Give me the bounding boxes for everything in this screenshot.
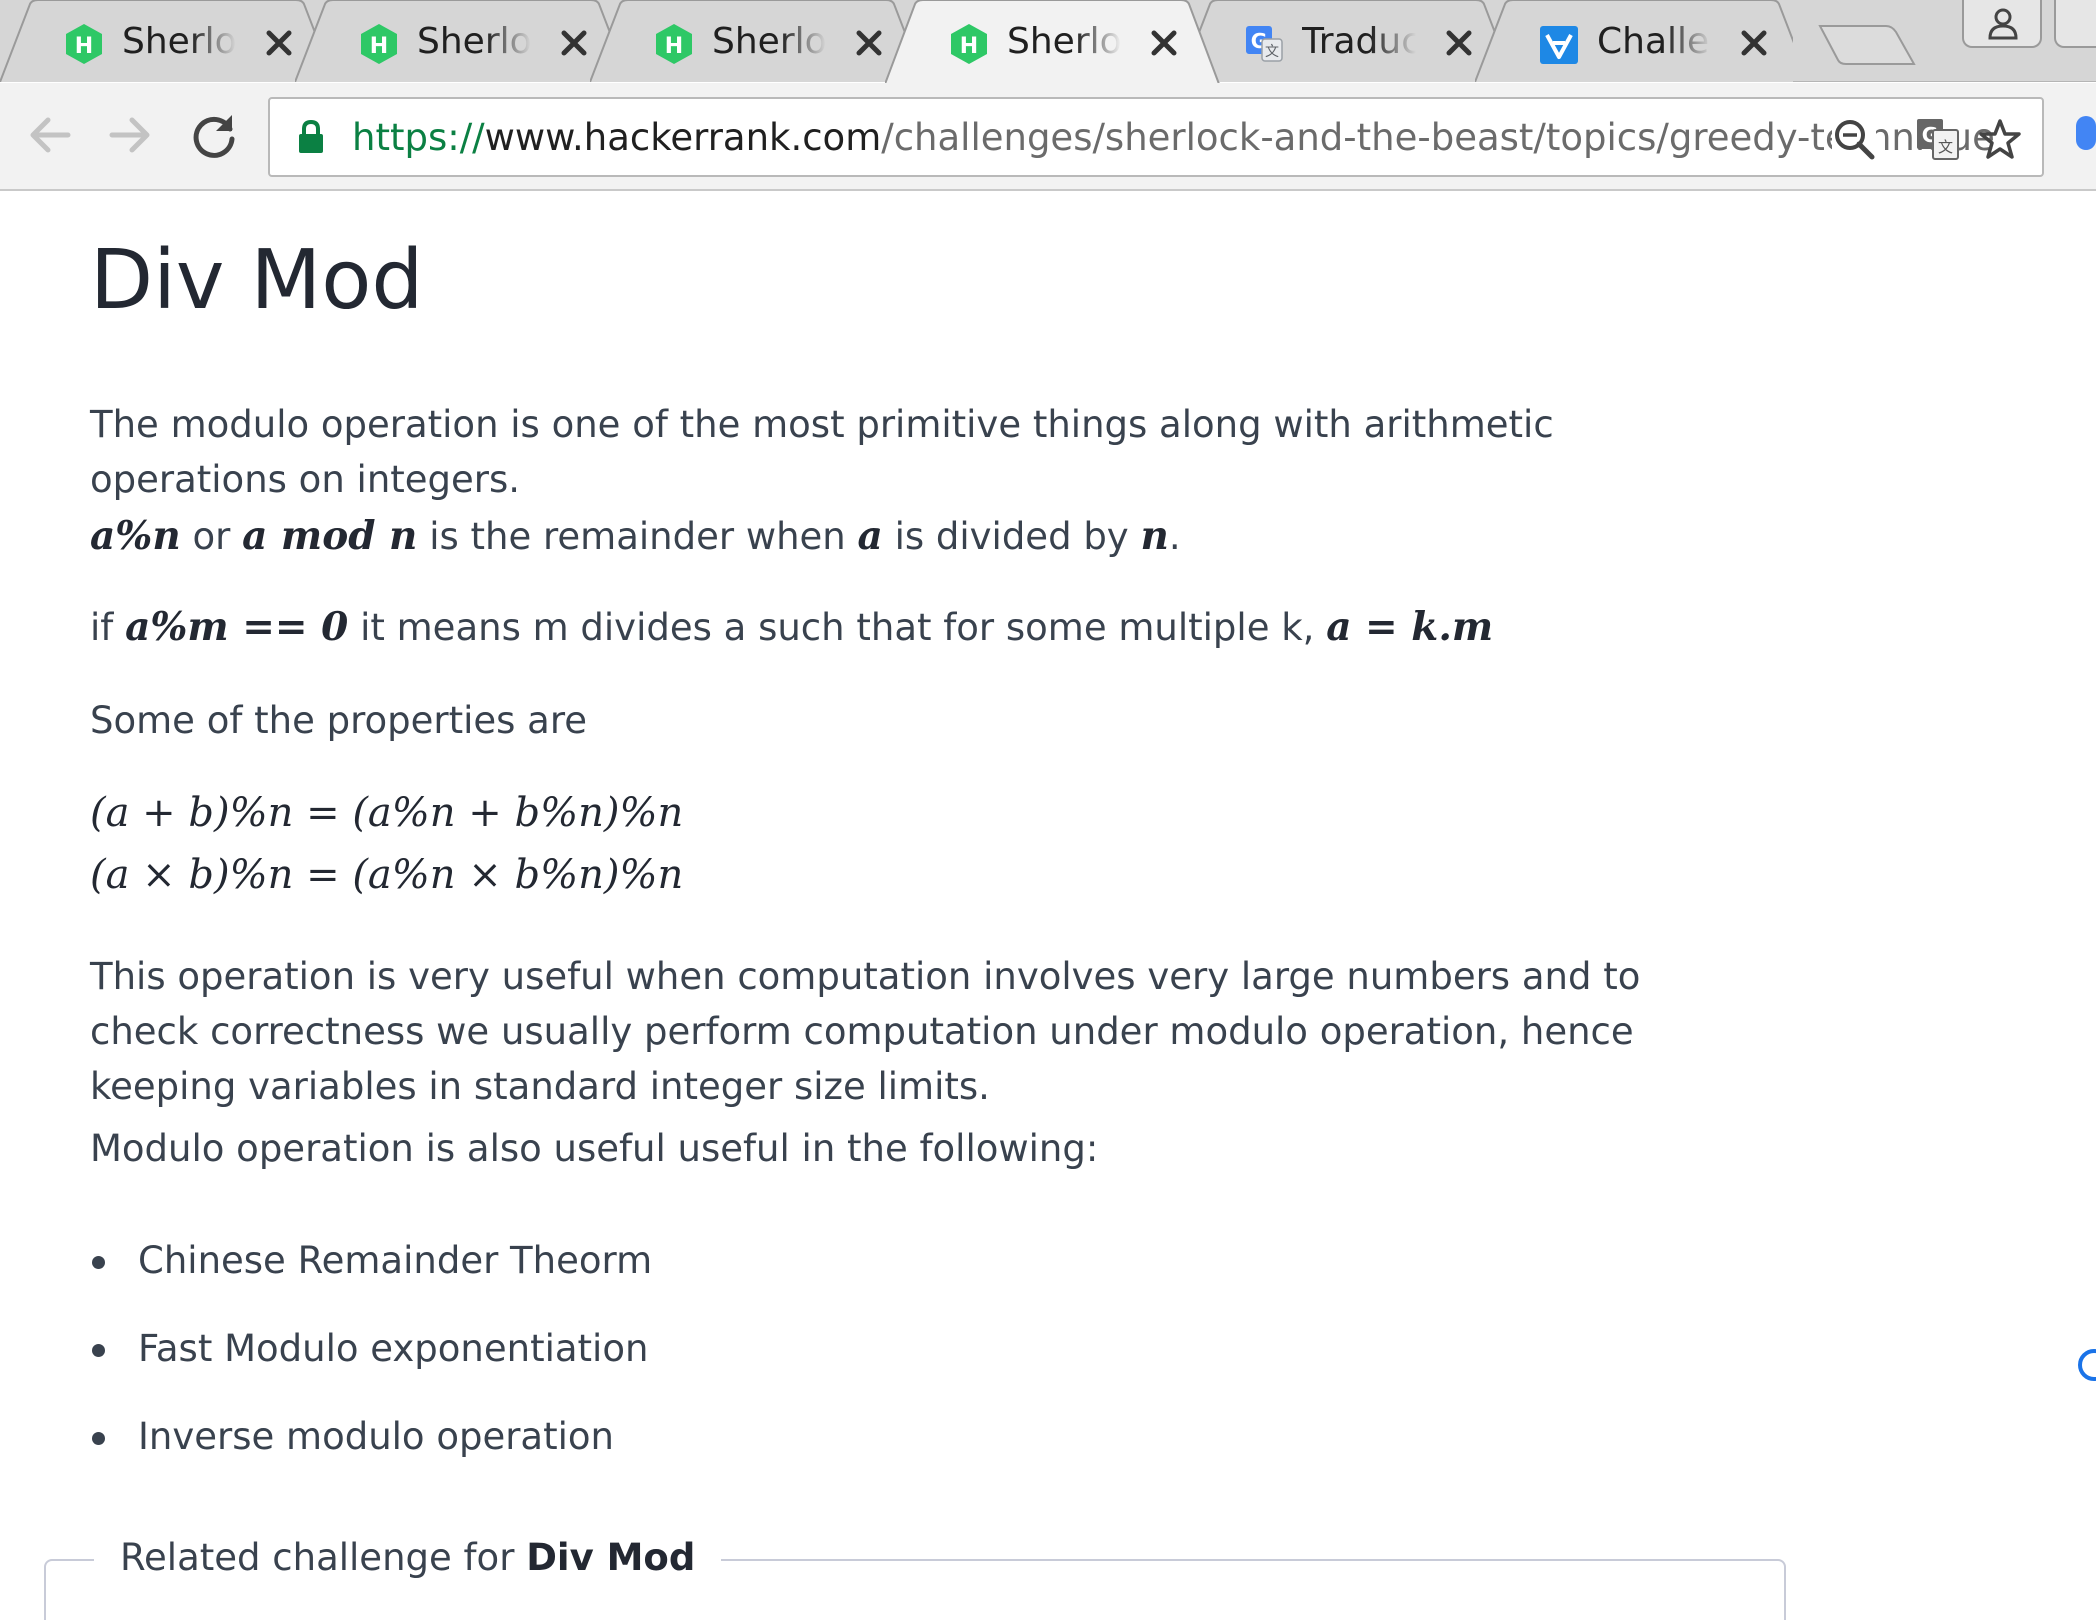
close-icon[interactable] — [1147, 26, 1181, 60]
url-host: www.hackerrank.com — [484, 116, 882, 159]
list-item: Fast Modulo exponentiation — [90, 1319, 652, 1407]
bullet-icon — [92, 1432, 105, 1445]
list-item-label: Chinese Remainder Theorm — [138, 1239, 653, 1282]
hackerrank-icon: H — [951, 24, 987, 64]
text-span: . — [1168, 515, 1181, 558]
person-icon — [1988, 8, 2018, 40]
list-item: Inverse modulo operation — [90, 1407, 652, 1495]
svg-text:H: H — [665, 34, 683, 59]
browser-tab-active[interactable]: H Sherlock and The Beast | HackerRank — [885, 0, 1220, 84]
url-scheme: https:// — [352, 116, 485, 159]
list-item: Chinese Remainder Theorm — [90, 1231, 652, 1319]
related-name: Div Mod — [526, 1536, 696, 1579]
following-label: Modulo operation is also useful useful i… — [90, 1127, 1099, 1170]
zoom-icon[interactable] — [1832, 117, 1876, 161]
math-expression: a mod n — [242, 513, 418, 559]
browser-tab[interactable]: G文 Traductor de Google — [1180, 0, 1498, 82]
hackerrank-icon: H — [66, 24, 102, 64]
google-translate-icon: G文 — [1246, 26, 1283, 62]
intro-paragraph: The modulo operation is one of the most … — [90, 403, 1554, 501]
text-span: if — [90, 606, 114, 649]
usefulness-paragraph: This operation is very useful when compu… — [90, 955, 1641, 1108]
related-challenge-box: Related challenge for Div Mod — [44, 1527, 1786, 1620]
list-item-label: Inverse modulo operation — [138, 1415, 614, 1458]
tab-title: Challenges — [1597, 21, 1711, 62]
math-expression: a%m == 0 — [125, 604, 349, 650]
hackerrank-icon: H — [361, 24, 397, 64]
list-item-label: Fast Modulo exponentiation — [138, 1327, 649, 1370]
tab-title: Sherlock and The Beast | HackerRank — [712, 21, 826, 62]
svg-text:H: H — [370, 34, 388, 59]
hackerrank-icon: H — [656, 24, 692, 64]
divides-line: if a%m == 0 it means m divides a such th… — [90, 600, 1690, 655]
help-icon[interactable] — [2074, 1345, 2096, 1385]
lock-icon — [299, 119, 323, 153]
formula-multiplication: (a × b)%n = (a%n × b%n)%n — [90, 852, 684, 898]
bullet-icon — [92, 1344, 105, 1357]
browser-tab[interactable]: H Sherlock and The Beast | HackerRank — [295, 0, 613, 82]
close-icon[interactable] — [852, 26, 886, 60]
close-icon[interactable] — [557, 26, 591, 60]
back-icon[interactable] — [22, 107, 78, 163]
browser-toolbar: https://www.hackerrank.com/challenges/sh… — [0, 83, 2096, 191]
browser-tab[interactable]: Challenges — [1475, 0, 1793, 82]
close-icon[interactable] — [262, 26, 296, 60]
properties-label: Some of the properties are — [90, 699, 588, 742]
url-path: /challenges/sherlock-and-the-beast/topic… — [881, 116, 1995, 159]
page-content: Div Mod The modulo operation is one of t… — [0, 193, 2096, 1620]
profile-button[interactable] — [1962, 0, 2042, 48]
math-variable: a — [857, 513, 883, 559]
page-title: Div Mod — [90, 233, 424, 328]
translate-icon[interactable]: G文 — [1916, 117, 1960, 161]
svg-text:文: 文 — [1265, 44, 1279, 60]
address-bar[interactable]: https://www.hackerrank.com/challenges/sh… — [268, 97, 2044, 177]
related-challenge-heading: Related challenge for Div Mod — [94, 1527, 722, 1589]
svg-text:H: H — [75, 34, 93, 59]
math-expression: a = k.m — [1326, 604, 1494, 650]
svg-text:文: 文 — [1938, 138, 1953, 156]
uses-list: Chinese Remainder Theorm Fast Modulo exp… — [90, 1231, 652, 1495]
microphone-icon[interactable] — [2070, 116, 2096, 164]
forward-icon[interactable] — [102, 107, 158, 163]
tab-title: Traductor de Google — [1302, 21, 1416, 62]
browser-tab[interactable]: H Sherlock and The Beast | HackerRank — [0, 0, 318, 82]
browser-tab[interactable]: H Sherlock and The Beast | HackerRank — [590, 0, 908, 82]
tab-title: Sherlock and The Beast | HackerRank — [122, 21, 236, 62]
related-prefix: Related challenge for — [120, 1536, 515, 1579]
formula-addition: (a + b)%n = (a%n + b%n)%n — [90, 790, 684, 836]
text-span: is the remainder when — [429, 515, 846, 558]
bullet-icon — [92, 1256, 105, 1269]
text-span: it means m divides a such that for some … — [360, 606, 1315, 649]
text-span: or — [192, 515, 231, 558]
reload-icon[interactable] — [186, 107, 242, 163]
definition-line: a%n or a mod n is the remainder when a i… — [90, 509, 1690, 564]
close-icon[interactable] — [1442, 26, 1476, 60]
close-icon[interactable] — [1737, 26, 1771, 60]
math-variable: n — [1140, 513, 1169, 559]
challenges-icon — [1540, 26, 1578, 64]
text-span: is divided by — [894, 515, 1129, 558]
window-minimize-button[interactable] — [2054, 0, 2096, 48]
new-tab-button[interactable] — [1818, 20, 1918, 70]
tab-strip: H Sherlock and The Beast | HackerRank H … — [0, 0, 2096, 84]
tab-title: Sherlock and The Beast | HackerRank — [417, 21, 531, 62]
tab-title: Sherlock and The Beast | HackerRank — [1007, 21, 1121, 62]
svg-text:H: H — [960, 34, 978, 59]
star-icon[interactable] — [1978, 117, 2022, 161]
math-expression: a%n — [90, 513, 181, 559]
